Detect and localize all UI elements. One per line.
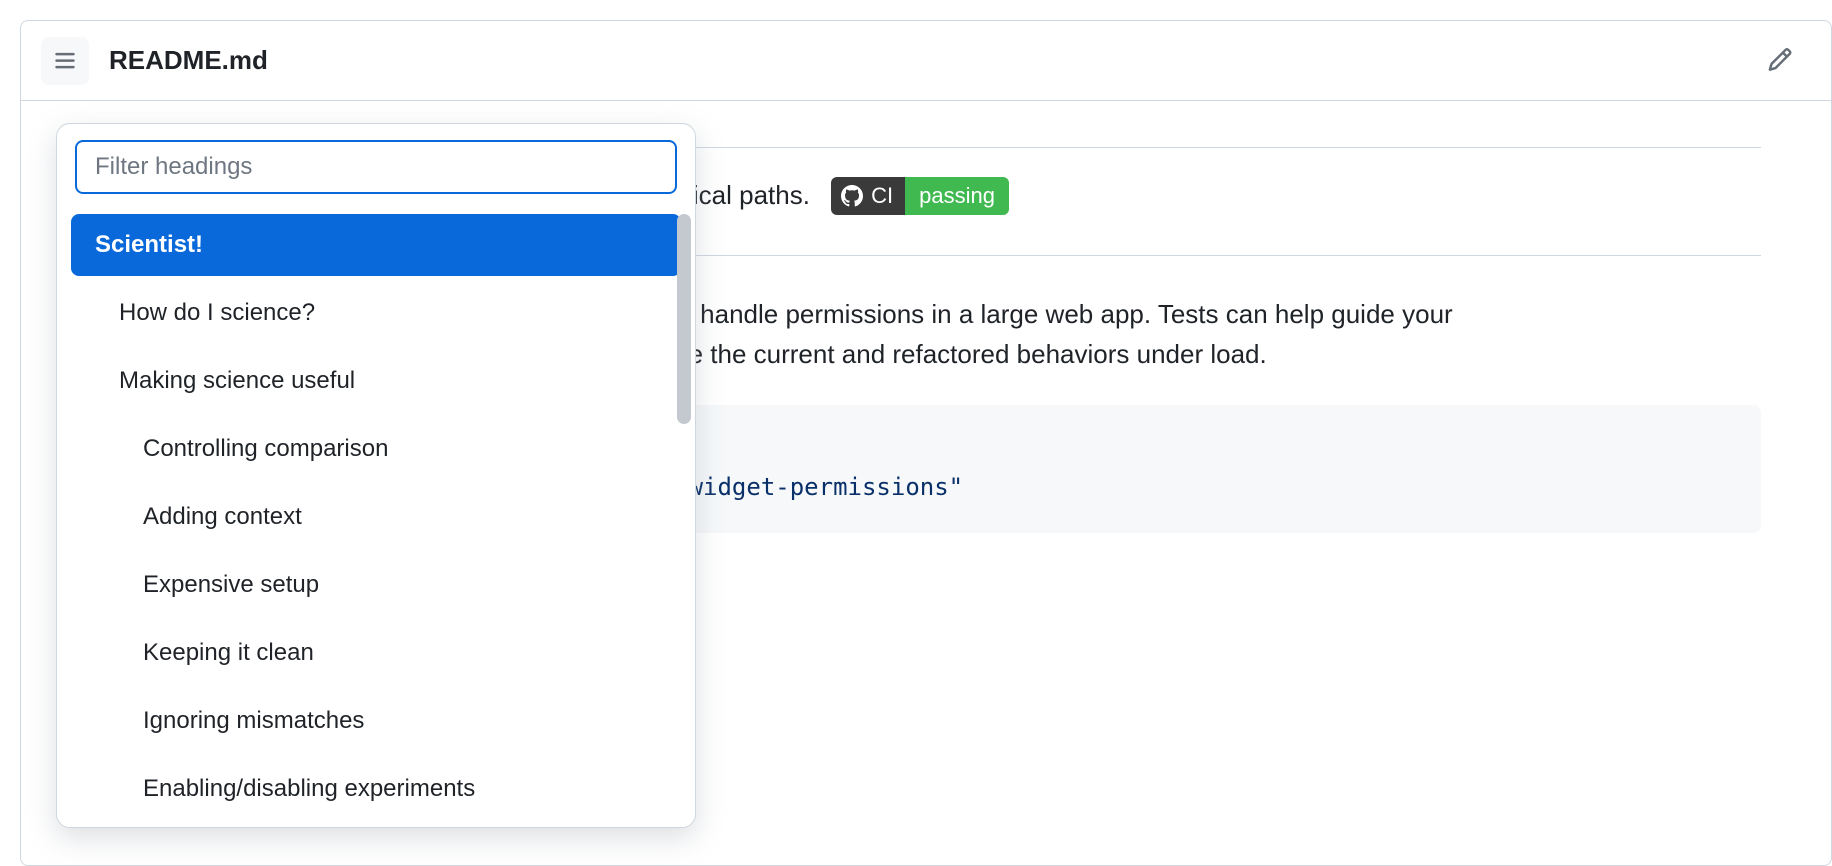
file-header: README.md xyxy=(21,21,1831,101)
scrollbar-thumb[interactable] xyxy=(677,214,691,424)
edit-button[interactable] xyxy=(1759,38,1801,83)
toc-item[interactable]: Controlling comparison xyxy=(71,418,681,480)
toc-item[interactable]: Scientist! xyxy=(71,214,681,276)
badge-status: passing xyxy=(905,177,1009,215)
toc-list-wrap: Scientist!How do I science?Making scienc… xyxy=(57,208,695,827)
list-icon xyxy=(52,48,78,74)
badge-label: CI xyxy=(831,177,905,215)
toc-item[interactable]: Adding context xyxy=(71,486,681,548)
github-icon xyxy=(841,185,863,207)
toc-item[interactable]: How do I science? xyxy=(71,282,681,344)
toc-item[interactable]: Ignoring mismatches xyxy=(71,690,681,752)
toc-item[interactable]: Making science useful xyxy=(71,350,681,412)
filename: README.md xyxy=(109,45,268,76)
filter-wrap xyxy=(57,124,695,208)
ci-badge[interactable]: CI passing xyxy=(831,177,1009,215)
toc-list: Scientist!How do I science?Making scienc… xyxy=(57,208,695,827)
toc-item[interactable]: Keeping it clean xyxy=(71,622,681,684)
toc-item[interactable]: Expensive setup xyxy=(71,554,681,616)
toc-dropdown: Scientist!How do I science?Making scienc… xyxy=(56,123,696,828)
toc-item[interactable]: Enabling/disabling experiments xyxy=(71,758,681,820)
toc-toggle-button[interactable] xyxy=(41,37,89,85)
readme-panel: README.md critical paths. CI passing you xyxy=(20,20,1832,866)
pencil-icon xyxy=(1767,46,1793,72)
filter-headings-input[interactable] xyxy=(75,140,677,194)
